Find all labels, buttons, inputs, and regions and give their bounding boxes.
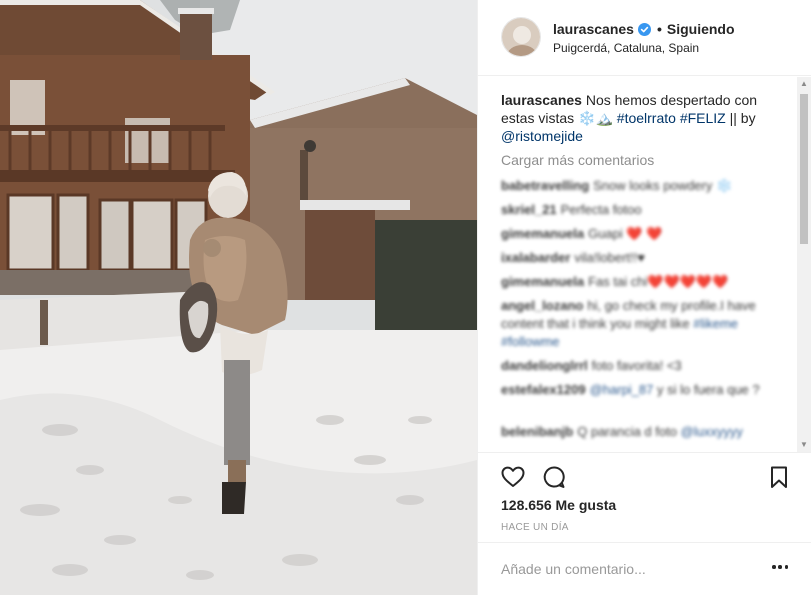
post-timestamp[interactable]: Hace un día	[501, 522, 569, 533]
comment-mention[interactable]: @luxxyyyy	[681, 424, 743, 439]
comment-item: dandelionglrrl foto favorita! <3	[501, 357, 771, 375]
caption-hashtag-1[interactable]: #toelrrato	[617, 110, 676, 126]
heart-icon[interactable]	[500, 464, 526, 490]
post-image	[0, 0, 477, 595]
comment-username[interactable]: skriel_21	[501, 202, 557, 217]
comment-text: foto favorita! <3	[591, 358, 682, 373]
add-comment-input[interactable]	[501, 561, 751, 577]
comments-scrollbar[interactable]: ▲ ▼	[797, 77, 811, 452]
comment-username[interactable]: angel_lozano	[501, 298, 583, 313]
verified-badge-icon	[637, 22, 651, 36]
scrollbar-thumb[interactable]	[800, 94, 808, 244]
comments-list[interactable]: laurascanes Nos hemos despertado con est…	[478, 77, 811, 452]
post-header: laurascanes • Siguiendo Puigcerdá, Catal…	[478, 0, 811, 76]
caption-mention[interactable]: @ristomejide	[501, 128, 583, 144]
comment-username[interactable]: dandelionglrrl	[501, 358, 588, 373]
comment-text: Perfecta fotoo	[560, 202, 642, 217]
scroll-up-arrow-icon[interactable]: ▲	[797, 77, 811, 91]
comment-text: Snow looks powdery ❄️	[593, 178, 733, 193]
comment-username[interactable]: ixalabarder	[501, 250, 570, 265]
scroll-down-arrow-icon[interactable]: ▼	[797, 438, 811, 452]
comment-item: angel_lozano hi, go check my profile.I ha…	[501, 297, 771, 351]
header-user-line: laurascanes • Siguiendo	[553, 21, 735, 37]
caption-separator: || by	[725, 110, 756, 126]
comment-item: gimemanuela Guapi ❤️ ❤️	[501, 225, 771, 243]
more-options-icon[interactable]	[772, 565, 788, 571]
comment-item: skriel_21 Perfecta fotoo	[501, 201, 771, 219]
location-link[interactable]: Puigcerdá, Cataluna, Spain	[553, 41, 699, 55]
comment-text: Fas tai chi❤️❤️❤️❤️❤️	[588, 274, 729, 289]
comment-username[interactable]: gimemanuela	[501, 274, 584, 289]
header-username[interactable]: laurascanes	[553, 21, 634, 37]
header-separator: •	[656, 21, 662, 37]
comment-text: vila!lobert!!♥	[574, 250, 645, 265]
load-more-comments-button[interactable]: Cargar más comentarios	[501, 152, 654, 168]
comment-mention[interactable]: @harpi_87	[590, 382, 654, 397]
comment-text: y si lo fuera que ?	[657, 382, 760, 397]
comment-item: belenibanjb Q parancia d foto @luxxyyyy	[501, 423, 771, 441]
comment-text: Q parancia d foto	[577, 424, 681, 439]
avatar[interactable]	[501, 17, 541, 57]
comment-bubble-icon[interactable]	[541, 464, 567, 490]
post-photo[interactable]	[0, 0, 477, 595]
caption-username[interactable]: laurascanes	[501, 92, 582, 108]
comment-username[interactable]: estefalex1209	[501, 382, 586, 397]
follow-button[interactable]: Siguiendo	[667, 21, 735, 37]
comment-username[interactable]: belenibanjb	[501, 424, 573, 439]
avatar-image	[502, 18, 540, 56]
comment-username[interactable]: gimemanuela	[501, 226, 584, 241]
post-actions	[478, 452, 811, 502]
likes-count[interactable]: 128.656 Me gusta	[501, 497, 616, 513]
add-comment-section	[478, 542, 811, 595]
comment-item: babetravelling Snow looks powdery ❄️	[501, 177, 771, 195]
caption-hashtag-2[interactable]: #FELIZ	[680, 110, 726, 126]
caption: laurascanes Nos hemos despertado con est…	[501, 91, 771, 145]
comment-username[interactable]: babetravelling	[501, 178, 589, 193]
comment-item: estefalex1209 @harpi_87 y si lo fuera que…	[501, 381, 771, 399]
bookmark-icon[interactable]	[766, 464, 792, 490]
instagram-post: laurascanes • Siguiendo Puigcerdá, Catal…	[0, 0, 811, 595]
comment-item: gimemanuela Fas tai chi❤️❤️❤️❤️❤️	[501, 273, 771, 291]
post-sidebar: laurascanes • Siguiendo Puigcerdá, Catal…	[477, 0, 811, 595]
comment-item: ixalabarder vila!lobert!!♥	[501, 249, 771, 267]
comment-text: Guapi ❤️ ❤️	[588, 226, 663, 241]
